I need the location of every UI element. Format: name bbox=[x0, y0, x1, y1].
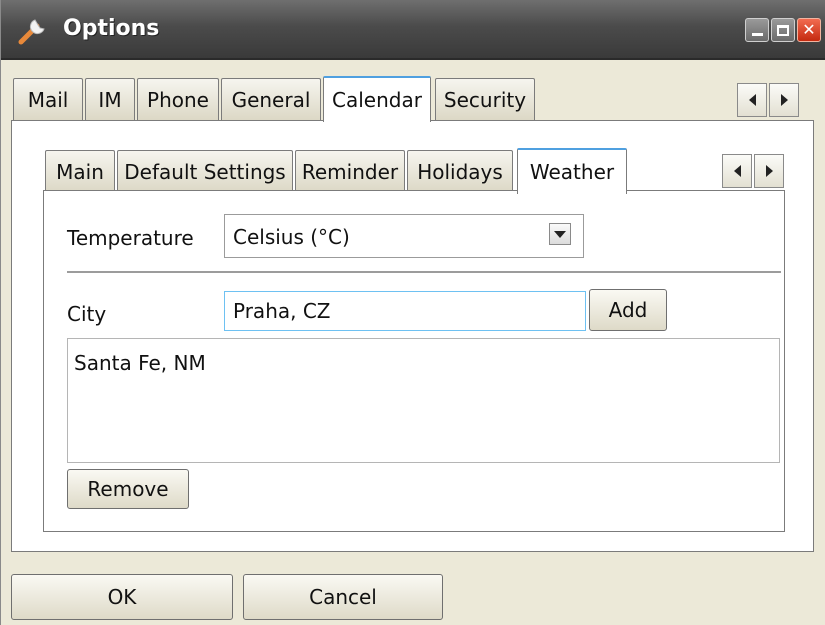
title-bar[interactable]: Options ✕ bbox=[1, 0, 825, 60]
city-list[interactable]: Santa Fe, NM bbox=[67, 338, 780, 463]
tab-label: Default Settings bbox=[124, 159, 286, 184]
tab-label: General bbox=[231, 87, 311, 112]
tab-general[interactable]: General bbox=[221, 78, 321, 120]
maximize-icon bbox=[777, 24, 789, 36]
tab-label: Phone bbox=[147, 87, 209, 112]
dropdown-button[interactable] bbox=[549, 223, 571, 245]
wrench-icon bbox=[18, 19, 45, 45]
subtabs-scroll-left-button[interactable] bbox=[722, 154, 752, 188]
tab-calendar[interactable]: Calendar bbox=[323, 76, 431, 122]
tab-label: Weather bbox=[529, 160, 615, 184]
add-city-button[interactable]: Add bbox=[589, 289, 667, 331]
close-button[interactable]: ✕ bbox=[797, 18, 821, 42]
list-item[interactable]: Santa Fe, NM bbox=[74, 351, 206, 375]
cancel-button[interactable]: Cancel bbox=[243, 574, 443, 620]
chevron-down-icon bbox=[554, 230, 566, 238]
tab-label: Mail bbox=[27, 87, 69, 112]
remove-city-button[interactable]: Remove bbox=[67, 469, 189, 509]
minimize-button[interactable] bbox=[745, 18, 769, 42]
window-title: Options bbox=[63, 16, 160, 41]
arrow-right-icon bbox=[765, 165, 773, 177]
maximize-button[interactable] bbox=[771, 18, 795, 42]
subtab-main[interactable]: Main bbox=[45, 150, 115, 192]
close-icon: ✕ bbox=[802, 20, 816, 39]
tab-label: Holidays bbox=[417, 159, 503, 184]
temperature-label: Temperature bbox=[67, 226, 194, 250]
temperature-select[interactable]: Celsius (°C) bbox=[224, 214, 584, 258]
tabs-scroll-left-button[interactable] bbox=[737, 83, 767, 117]
options-dialog: Options ✕ Mail IM Phone General Calendar… bbox=[0, 0, 825, 625]
subtab-default-settings[interactable]: Default Settings bbox=[117, 150, 293, 192]
temperature-select-value: Celsius (°C) bbox=[233, 225, 350, 249]
subtab-reminder[interactable]: Reminder bbox=[295, 150, 405, 192]
tabs-scroll-right-button[interactable] bbox=[769, 83, 799, 117]
city-label: City bbox=[67, 302, 107, 326]
tab-label: IM bbox=[98, 87, 122, 112]
arrow-right-icon bbox=[780, 94, 788, 106]
tab-security[interactable]: Security bbox=[435, 78, 535, 120]
tab-label: Main bbox=[56, 159, 104, 184]
ok-button[interactable]: OK bbox=[11, 574, 233, 620]
divider bbox=[67, 271, 781, 273]
subtab-holidays[interactable]: Holidays bbox=[407, 150, 513, 192]
arrow-left-icon bbox=[748, 94, 756, 106]
minimize-icon bbox=[751, 32, 763, 36]
tab-label: Reminder bbox=[301, 159, 399, 184]
tab-phone[interactable]: Phone bbox=[137, 78, 219, 120]
arrow-left-icon bbox=[733, 165, 741, 177]
tab-label: Calendar bbox=[332, 88, 422, 112]
subtabs-scroll-right-button[interactable] bbox=[754, 154, 784, 188]
subtab-weather[interactable]: Weather bbox=[517, 148, 627, 194]
tab-label: Security bbox=[443, 87, 527, 112]
city-input[interactable] bbox=[224, 291, 586, 331]
tab-im[interactable]: IM bbox=[85, 78, 135, 120]
tab-mail[interactable]: Mail bbox=[13, 78, 83, 120]
